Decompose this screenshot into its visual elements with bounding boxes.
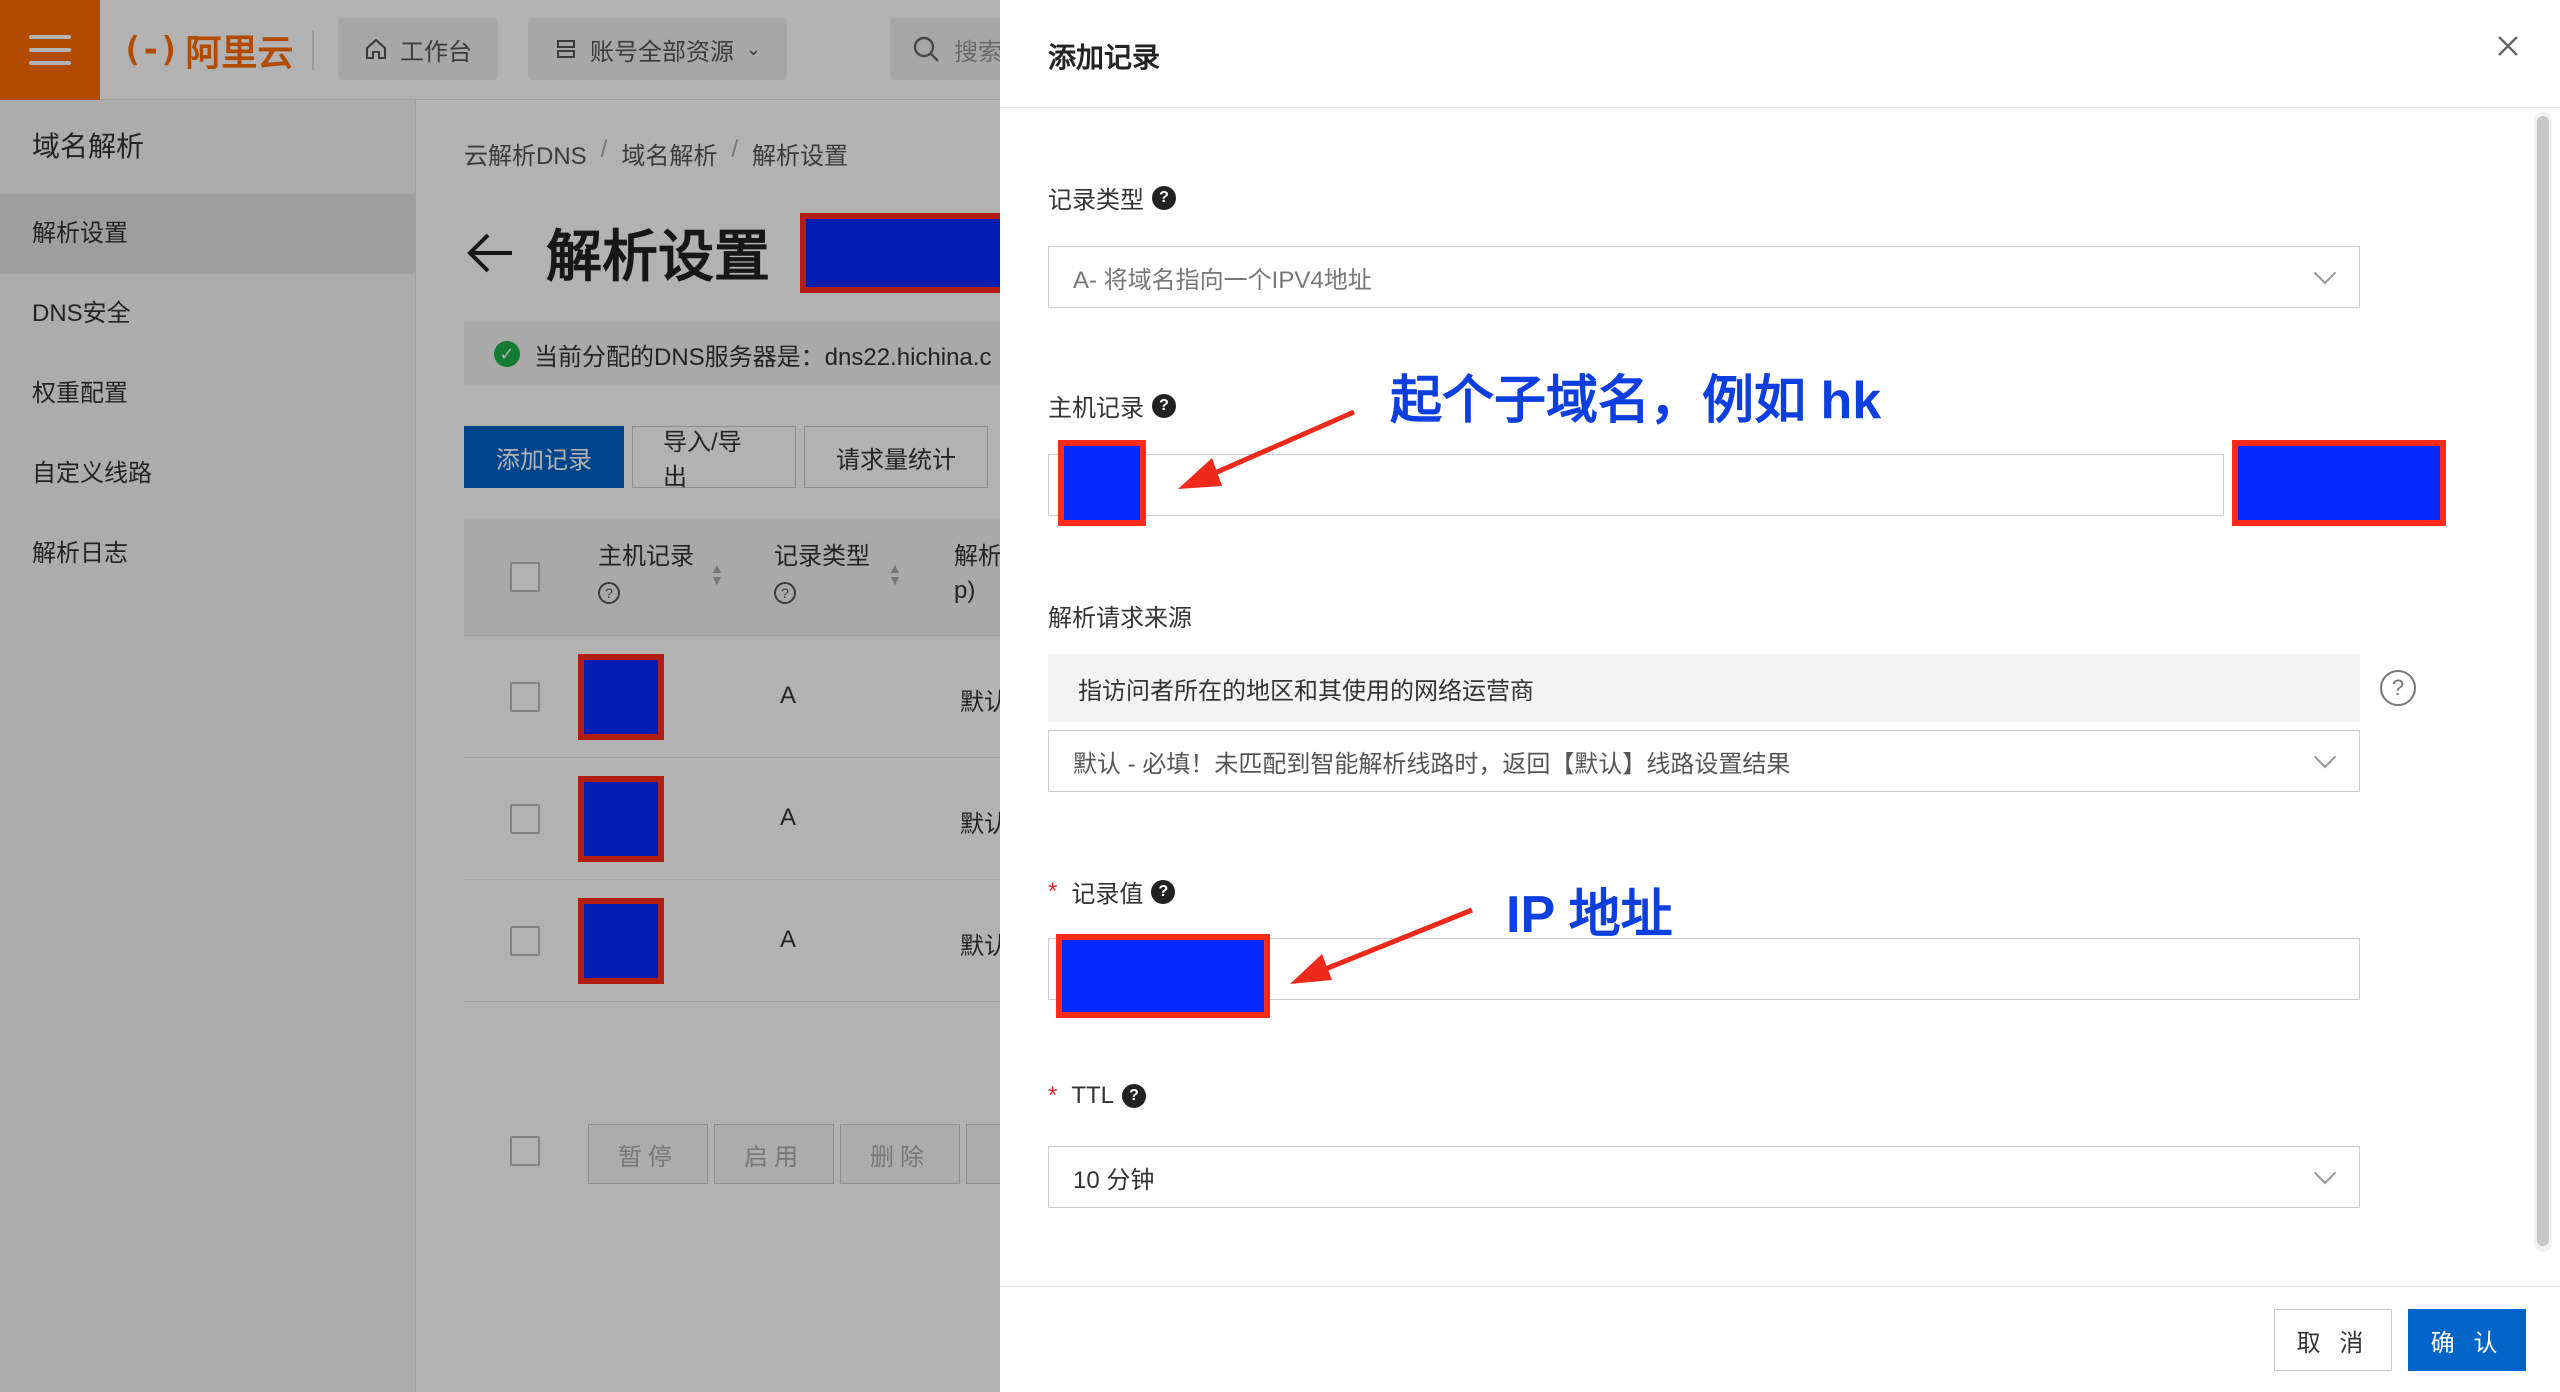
cancel-button[interactable]: 取 消 bbox=[2274, 1309, 2392, 1371]
annotation-arrows bbox=[1178, 409, 1473, 984]
drawer-footer: 取 消 确 认 bbox=[1000, 1286, 2560, 1392]
add-record-drawer: 添加记录 记录类型 ? A- 将域名指向一个IPV4地址 主机记录 ? 起个子域… bbox=[1000, 0, 2560, 1392]
arrow-to-host-record bbox=[1206, 409, 1356, 479]
arrowhead bbox=[1290, 954, 1332, 984]
drawer-scrollbar[interactable] bbox=[2534, 112, 2552, 1252]
scrollbar-thumb[interactable] bbox=[2537, 116, 2549, 1246]
arrowhead bbox=[1178, 458, 1222, 489]
arrow-to-record-value bbox=[1317, 907, 1473, 975]
modal-backdrop[interactable] bbox=[0, 0, 1000, 1392]
confirm-button[interactable]: 确 认 bbox=[2408, 1309, 2526, 1371]
